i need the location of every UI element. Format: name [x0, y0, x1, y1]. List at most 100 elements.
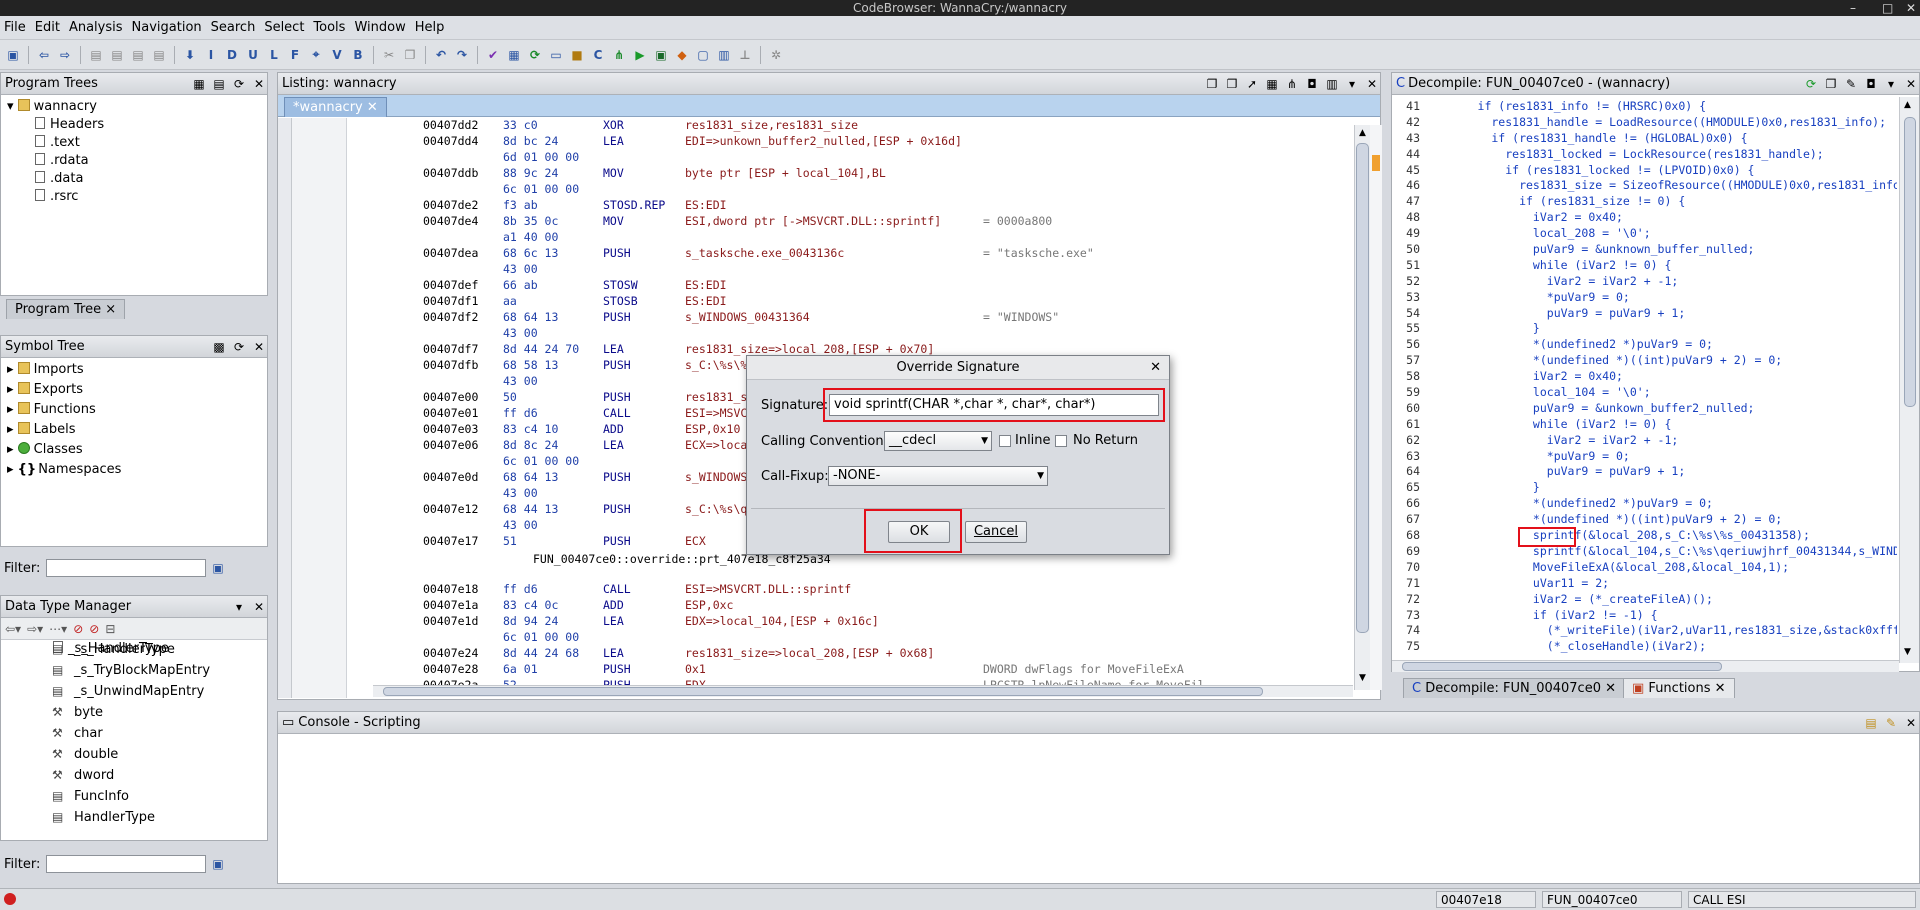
decompile-line[interactable]: 75 (*_closeHandle)(iVar2);: [1392, 639, 1897, 653]
check-icon[interactable]: ✔: [484, 46, 502, 64]
open-folder-icon[interactable]: ▤: [211, 76, 227, 92]
decompile-line[interactable]: 66 *(undefined2 *)puVar9 = 0;: [1392, 496, 1897, 512]
run-icon[interactable]: ▶: [631, 46, 649, 64]
diamond-icon[interactable]: ◆: [673, 46, 691, 64]
edit-icon[interactable]: ✎: [1843, 76, 1859, 92]
filter-options-icon[interactable]: ▣: [212, 561, 223, 575]
menu-select[interactable]: Select: [264, 20, 304, 35]
decompile-scrollbar[interactable]: ▲ ▼: [1899, 97, 1919, 663]
lock-icon[interactable]: ▤: [1863, 715, 1879, 731]
menu-tools[interactable]: Tools: [313, 20, 345, 35]
decompile-line[interactable]: 49 local_208 = '\0';: [1392, 226, 1897, 242]
back-icon[interactable]: ⇦: [35, 46, 53, 64]
decompile-line[interactable]: 74 (*_writeFile)(iVar2,uVar11,res1831_si…: [1392, 623, 1897, 639]
decompile-line[interactable]: 71 uVar11 = 2;: [1392, 576, 1897, 592]
terminal-icon[interactable]: ▣: [652, 46, 670, 64]
decompile-line[interactable]: 46 res1831_size = SizeofResource((HMODUL…: [1392, 178, 1897, 194]
new-tree-icon[interactable]: ▦: [191, 76, 207, 92]
menu-down-icon[interactable]: ▾: [231, 599, 247, 615]
snapshot-icon[interactable]: ◘: [1304, 76, 1320, 92]
decompile-line[interactable]: 43 if (res1831_handle != (HGLOBAL)0x0) {: [1392, 131, 1897, 147]
dtm-item[interactable]: ⚒ dword: [52, 765, 252, 786]
symbol-classes[interactable]: ▸ Classes: [7, 441, 267, 461]
clear-icon[interactable]: ✎: [1883, 715, 1899, 731]
function-icon[interactable]: F: [286, 46, 304, 64]
close-icon[interactable]: ✕: [1906, 0, 1916, 16]
decompile-line[interactable]: 73 if (iVar2 != -1) {: [1392, 608, 1897, 624]
menu-down-icon[interactable]: ▾: [1344, 76, 1360, 92]
error-icon[interactable]: [4, 893, 16, 905]
bytes-icon[interactable]: B: [349, 46, 367, 64]
close-panel-icon[interactable]: ✕: [1903, 76, 1919, 92]
tree-icon[interactable]: ⊥: [736, 46, 754, 64]
decompile-line[interactable]: 47 if (res1831_size != 0) {: [1392, 194, 1897, 210]
close-panel-icon[interactable]: ✕: [251, 339, 267, 355]
nav-icon[interactable]: ▤: [87, 46, 105, 64]
instruction-icon[interactable]: I: [202, 46, 220, 64]
tree-item-rsrc[interactable]: .rsrc: [7, 188, 267, 206]
forward-icon[interactable]: ⇨: [56, 46, 74, 64]
back-icon[interactable]: ⇦▾: [5, 622, 21, 636]
decompile-line[interactable]: 51 while (iVar2 != 0) {: [1392, 258, 1897, 274]
copy-icon[interactable]: ❐: [1204, 76, 1220, 92]
nav-icon[interactable]: ▤: [150, 46, 168, 64]
decompile-line[interactable]: 52 iVar2 = iVar2 + -1;: [1392, 274, 1897, 290]
symbol-imports[interactable]: ▸ Imports: [7, 361, 267, 381]
decompile-hscrollbar[interactable]: [1392, 660, 1899, 672]
dtm-item[interactable]: ⚒ char: [52, 723, 252, 744]
decompile-line[interactable]: 41 if (res1831_info != (HRSRC)0x0) {: [1392, 99, 1897, 115]
listing-hscrollbar[interactable]: [373, 685, 1353, 697]
decompile-line[interactable]: 60 puVar9 = &unkown_buffer2_nulled;: [1392, 401, 1897, 417]
label-icon[interactable]: L: [265, 46, 283, 64]
listing-scrollbar[interactable]: ▲ ▼: [1354, 125, 1370, 690]
menu-window[interactable]: Window: [354, 20, 405, 35]
bytes-view-icon[interactable]: ▥: [715, 46, 733, 64]
menu-help[interactable]: Help: [415, 20, 445, 35]
undefined-icon[interactable]: U: [244, 46, 262, 64]
refresh-icon[interactable]: ⟳: [231, 76, 247, 92]
close-panel-icon[interactable]: ✕: [251, 599, 267, 615]
decompile-line[interactable]: 69 sprintf(&local_104,s_C:\%s\qeriuwjhrf…: [1392, 544, 1897, 560]
decompile-line[interactable]: 67 *(undefined *)((int)puVar9 + 2) = 0;: [1392, 512, 1897, 528]
decompile-line[interactable]: 50 puVar9 = &unknown_buffer_nulled;: [1392, 242, 1897, 258]
dtm-item[interactable]: ▤ _s_TryBlockMapEntry: [52, 660, 252, 681]
filter-ptr-icon[interactable]: ⊘: [89, 622, 99, 636]
close-panel-icon[interactable]: ✕: [1903, 715, 1919, 731]
tree-item-text[interactable]: .text: [7, 134, 267, 152]
dtm-filter-input[interactable]: [46, 855, 207, 873]
decompile-line[interactable]: 62 iVar2 = iVar2 + -1;: [1392, 433, 1897, 449]
decompile-line[interactable]: 65 }: [1392, 480, 1897, 496]
decompile-line[interactable]: 42 res1831_handle = LoadResource((HMODUL…: [1392, 115, 1897, 131]
dtm-item[interactable]: ▤ HandlerType: [52, 807, 252, 828]
decompile-line[interactable]: 70 MoveFileExA(&local_208,&local_104,1);: [1392, 560, 1897, 576]
tab-functions[interactable]: ▣ Functions ✕: [1623, 678, 1735, 698]
cursor-icon[interactable]: ➚: [1244, 76, 1260, 92]
tree-root[interactable]: ▾ wannacry: [7, 98, 267, 116]
cut-icon[interactable]: ✂: [380, 46, 398, 64]
symbol-labels[interactable]: ▸ Labels: [7, 421, 267, 441]
close-panel-icon[interactable]: ✕: [251, 76, 267, 92]
decompile-line[interactable]: 72 iVar2 = (*_createFileA)();: [1392, 592, 1897, 608]
undo-icon[interactable]: ↶: [432, 46, 450, 64]
refresh-icon[interactable]: ⟳: [1803, 76, 1819, 92]
copy-icon[interactable]: ❐: [401, 46, 419, 64]
calc-icon[interactable]: ▦: [505, 46, 523, 64]
symbol-functions[interactable]: ▸ Functions: [7, 401, 267, 421]
decompile-line[interactable]: 45 if (res1831_locked != (LPVOID)0x0) {: [1392, 163, 1897, 179]
symbol-exports[interactable]: ▸ Exports: [7, 381, 267, 401]
snapshot-icon[interactable]: ◘: [1863, 76, 1879, 92]
menu-down-icon[interactable]: ▾: [1883, 76, 1899, 92]
menu-file[interactable]: File: [4, 20, 26, 35]
refresh-icon[interactable]: ⟳: [231, 339, 247, 355]
decompile-line[interactable]: 63 *puVar9 = 0;: [1392, 449, 1897, 465]
symbol-filter-input[interactable]: [46, 559, 207, 577]
copy-icon[interactable]: ❐: [1823, 76, 1839, 92]
tab-decompile[interactable]: C Decompile: FUN_00407ce0 ✕: [1403, 678, 1625, 698]
nav-icon[interactable]: ▤: [129, 46, 147, 64]
delete-icon[interactable]: ▩: [211, 339, 227, 355]
decompile-line[interactable]: 48 iVar2 = 0x40;: [1392, 210, 1897, 226]
filter-options-icon[interactable]: ▣: [212, 857, 223, 871]
decompile-line[interactable]: 59 local_104 = '\0';: [1392, 385, 1897, 401]
data-icon[interactable]: D: [223, 46, 241, 64]
share-icon[interactable]: ⋯▾: [49, 622, 67, 636]
